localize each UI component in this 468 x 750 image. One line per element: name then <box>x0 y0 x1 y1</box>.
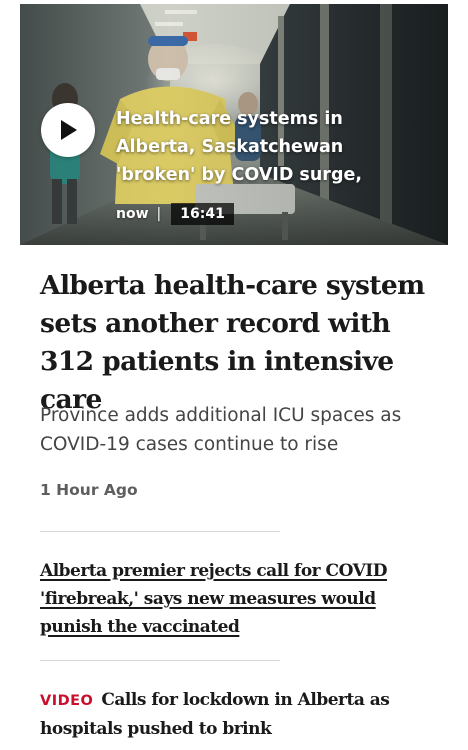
divider <box>40 531 280 532</box>
divider <box>40 660 280 661</box>
play-icon <box>61 120 77 140</box>
video-player[interactable]: Health-care systems in Alberta, Saskatch… <box>20 4 448 245</box>
meta-separator: | <box>156 206 162 222</box>
related-video-link[interactable]: VIDEO Calls for lockdown in Alberta as ho… <box>40 686 435 744</box>
video-duration: 16:41 <box>171 203 234 225</box>
article-headline: Alberta health-care system sets another … <box>40 270 425 415</box>
video-label-badge: VIDEO <box>40 693 94 709</box>
related-article-link[interactable]: Alberta premier rejects call for COVID '… <box>40 557 435 641</box>
play-button[interactable] <box>41 103 95 157</box>
article-subheadline: Province adds additional ICU spaces as C… <box>40 405 402 455</box>
video-title[interactable]: Health-care systems in Alberta, Saskatch… <box>116 105 416 189</box>
video-timestamp: now <box>116 206 149 222</box>
video-meta: now | 16:41 <box>116 201 234 227</box>
article-timestamp: 1 Hour Ago <box>40 481 138 499</box>
